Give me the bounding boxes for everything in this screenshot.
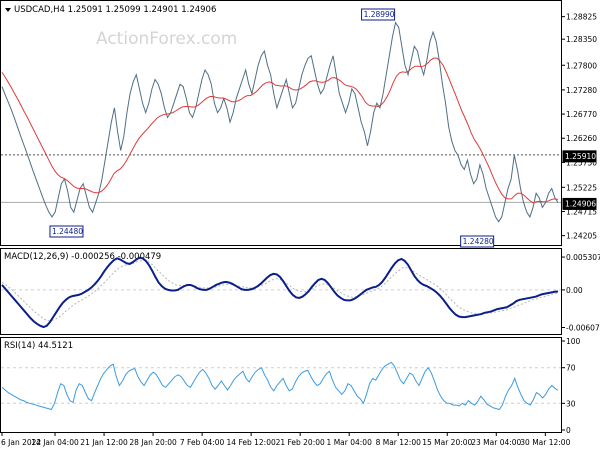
low_left_label-tag: 1.24480 (49, 225, 84, 238)
y-tick-label: 1.27280 (566, 86, 597, 95)
y-tick-label: 100 (566, 337, 581, 346)
y-tick-label: 70 (566, 364, 576, 373)
watermark: ActionForex.com (96, 29, 237, 49)
time-axis: 6 Jan 202214 Jan 04:00 21 Jan 12:00 28 Jan… (1, 432, 571, 447)
x-tick-label: 8 Mar 12:00 (376, 438, 422, 447)
high_label-label: 1.28990 (364, 10, 395, 19)
chart-root: ActionForex.com USDCAD,H4 1.25091 1.2509… (0, 0, 600, 447)
low_right_label-tag: 1.24280 (460, 235, 495, 248)
low_left_label-label: 1.24480 (52, 227, 83, 236)
x-tick-label: 21 Feb 20:00 (276, 438, 325, 447)
high_label-tag: 1.28990 (361, 8, 396, 21)
hline_level_label-label: 1.25910 (565, 152, 596, 161)
y-tick-label: 1.27800 (566, 61, 597, 70)
y-tick-label: 0 (566, 426, 571, 435)
y-tick-label: 1.25225 (566, 183, 597, 192)
x-tick-label: 30 Mar 12:00 (520, 438, 570, 447)
macd-title: MACD(12,26,9) -0.000256 -0.000479 (4, 252, 161, 262)
macd-y-axis: 0.005307 0.00 -0.006074 (561, 253, 600, 333)
y-tick-label: 1.28350 (566, 35, 597, 44)
x-tick-label: 7 Feb 04:00 (180, 438, 225, 447)
x-tick-label: 1 Mar 04:00 (327, 438, 373, 447)
current_price_label-label: 1.24906 (565, 199, 596, 208)
low_right_label-label: 1.24280 (463, 237, 494, 246)
x-tick-label: 21 Jan 12:00 (80, 438, 128, 447)
y-tick-label: 30 (566, 399, 576, 408)
hline_level_label-tag: 1.25910 (562, 150, 597, 163)
x-tick-label: 14 Feb 12:00 (227, 438, 276, 447)
x-tick-label: 14 Jan 04:00 (31, 438, 79, 447)
y-tick-label: -0.006074 (566, 324, 600, 333)
y-tick-label: 1.24205 (566, 232, 597, 241)
price-panel-frame (0, 0, 562, 246)
y-tick-label: 1.26260 (566, 134, 597, 143)
rsi-title: RSI(14) 44.5121 (4, 341, 73, 351)
x-tick-label: 23 Mar 04:00 (471, 438, 521, 447)
y-tick-label: 0.005307 (566, 253, 600, 262)
y-tick-label: 0.00 (566, 286, 583, 295)
symbol-header: USDCAD,H4 1.25091 1.25099 1.24901 1.2490… (14, 5, 216, 15)
current_price_label-tag: 1.24906 (562, 197, 597, 210)
x-tick-label: 28 Jan 20:00 (129, 438, 177, 447)
y-tick-label: 1.28825 (566, 13, 597, 22)
rsi-panel-frame (0, 337, 562, 433)
y-tick-label: 1.26770 (566, 110, 597, 119)
x-tick-label: 15 Mar 20:00 (422, 438, 472, 447)
